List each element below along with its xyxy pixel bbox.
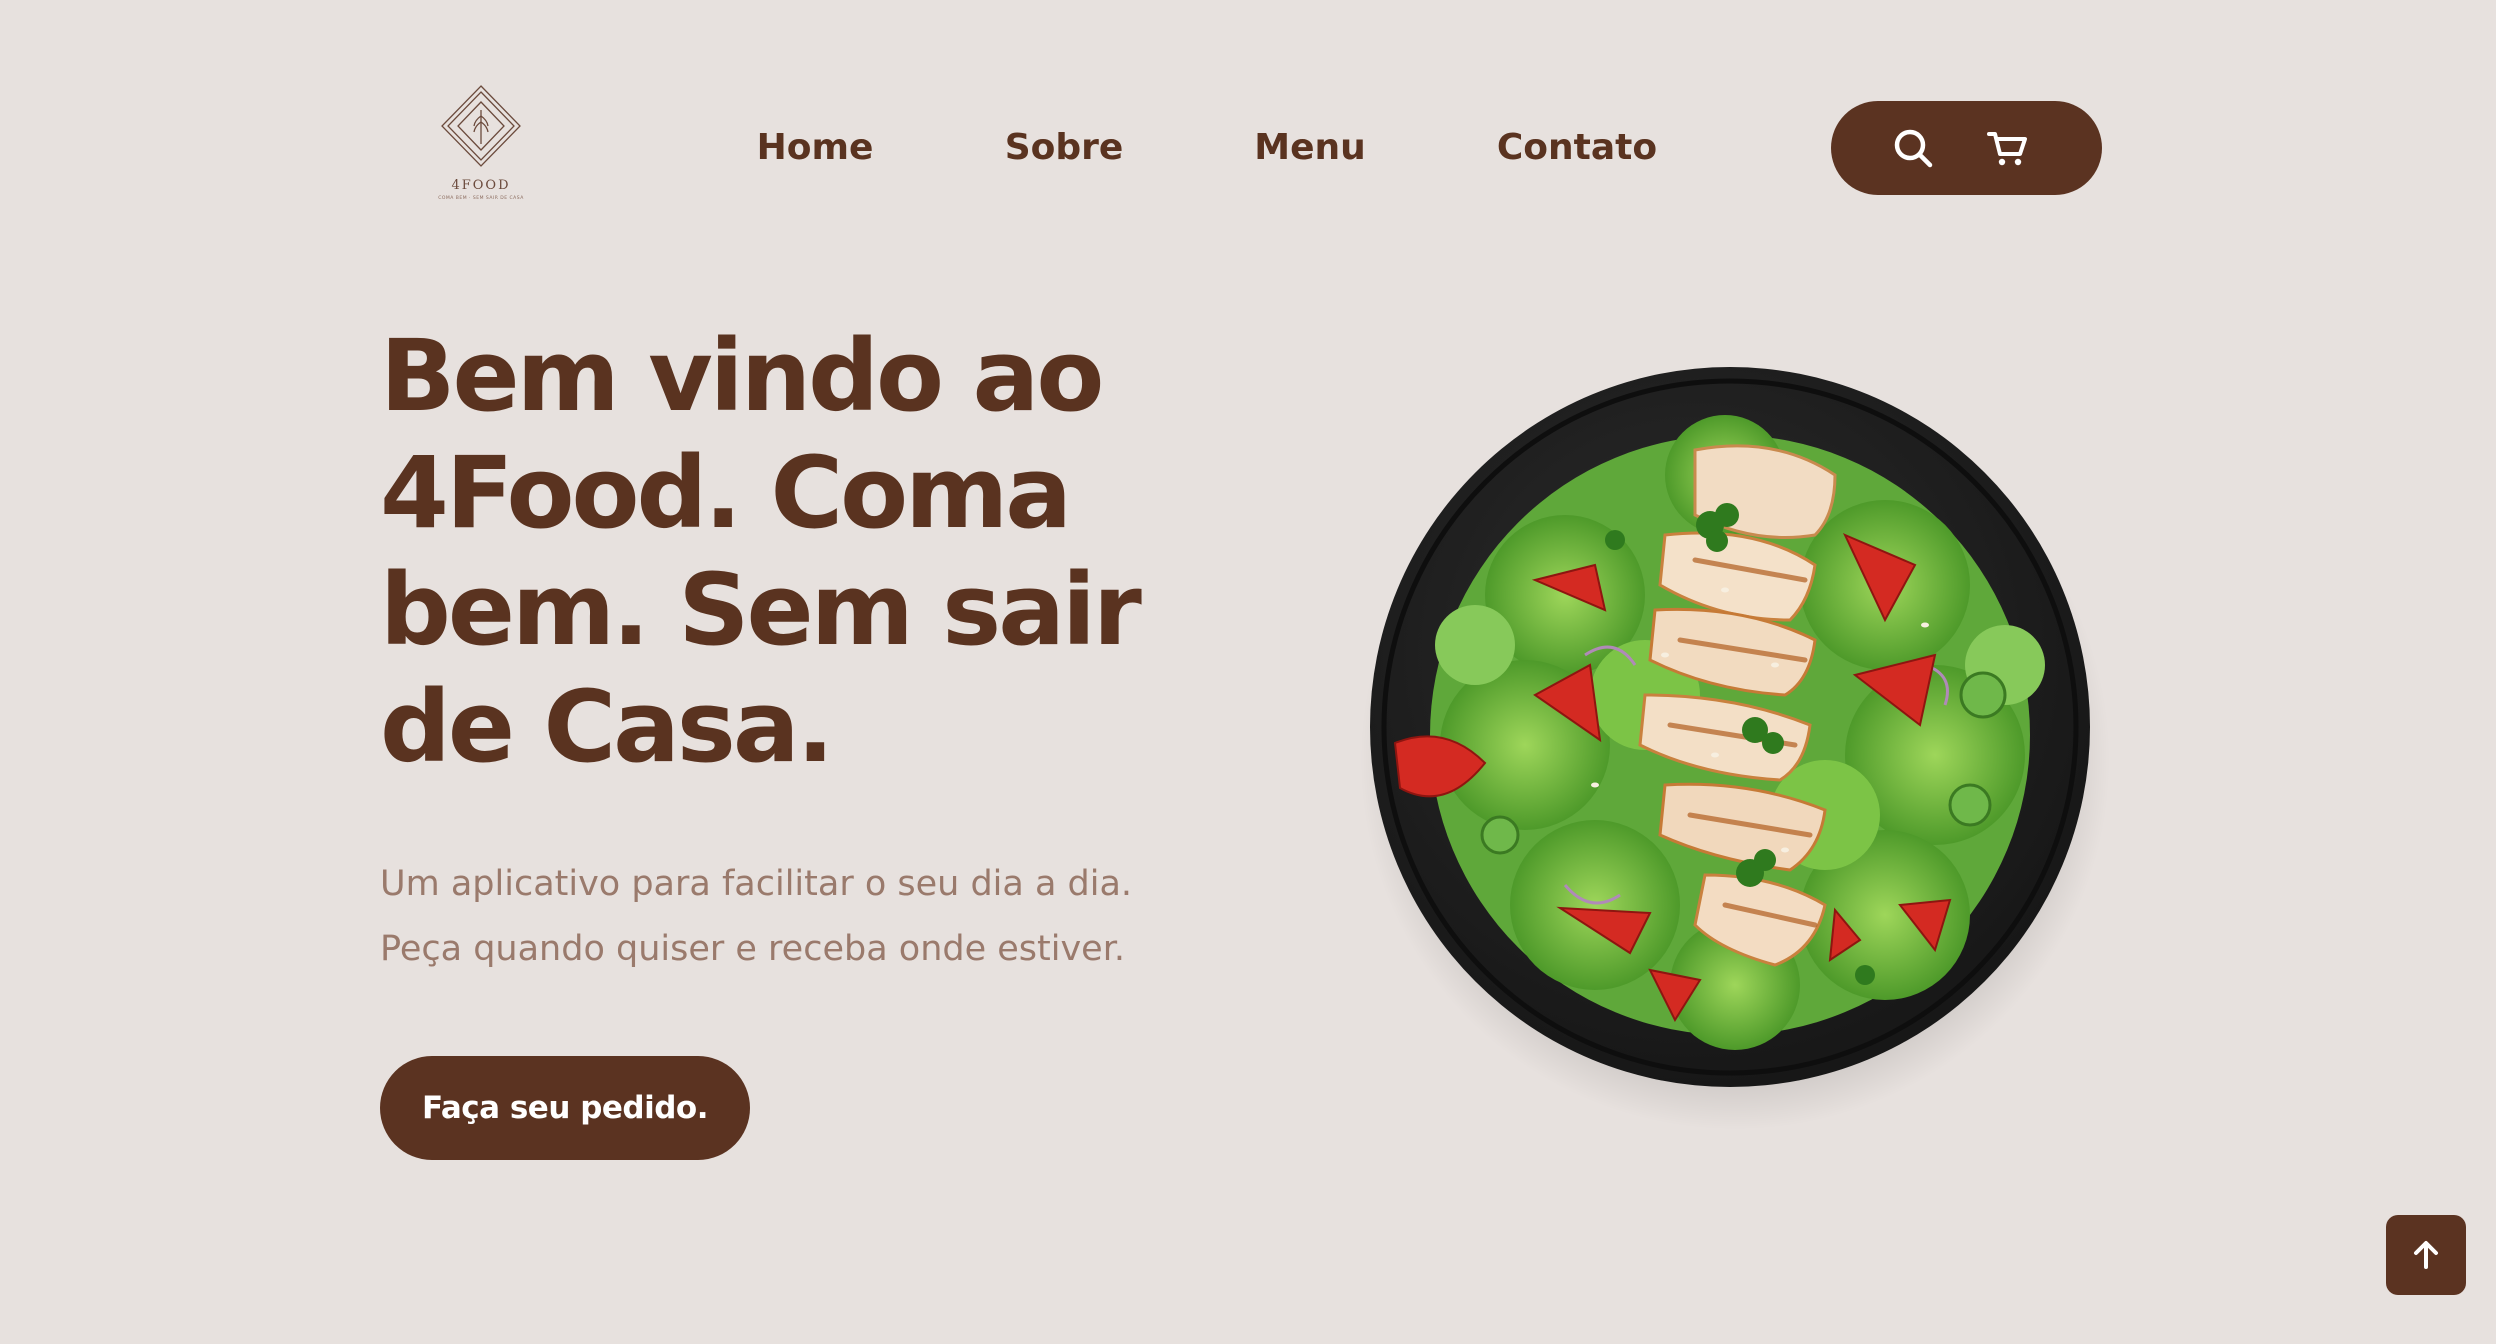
- search-icon: [1894, 129, 1933, 168]
- salad-plate-image: [1360, 365, 2110, 1130]
- nav-link-sobre[interactable]: Sobre: [1005, 122, 1124, 174]
- hero-subtitle-line-2: Peça quando quiser e receba onde estiver…: [380, 929, 1126, 969]
- nav-link-home[interactable]: Home: [757, 122, 874, 174]
- nav-link-menu[interactable]: Menu: [1254, 122, 1366, 174]
- hero-subtitle-line-1: Um aplicativo para facilitar o seu dia a…: [380, 864, 1133, 904]
- search-button[interactable]: [1886, 121, 1940, 175]
- arrow-up-icon: [2414, 1241, 2438, 1269]
- hero-title: Bem vindo ao 4Food. Coma bem. Sem sair d…: [380, 319, 1142, 785]
- brand-name: 4FOOD: [451, 178, 511, 193]
- logo-mark-icon: [441, 85, 521, 167]
- cart-icon: [1987, 132, 2027, 166]
- cart-button[interactable]: [1981, 121, 2035, 175]
- back-to-top-button[interactable]: [2386, 1215, 2466, 1295]
- header-actions: [1831, 101, 2102, 195]
- brand-logo[interactable]: 4FOOD COMA BEM · SEM SAIR DE CASA: [430, 80, 532, 220]
- brand-tagline: COMA BEM · SEM SAIR DE CASA: [438, 196, 524, 201]
- order-button[interactable]: Faça seu pedido.: [380, 1056, 750, 1160]
- nav-link-contato[interactable]: Contato: [1497, 122, 1657, 174]
